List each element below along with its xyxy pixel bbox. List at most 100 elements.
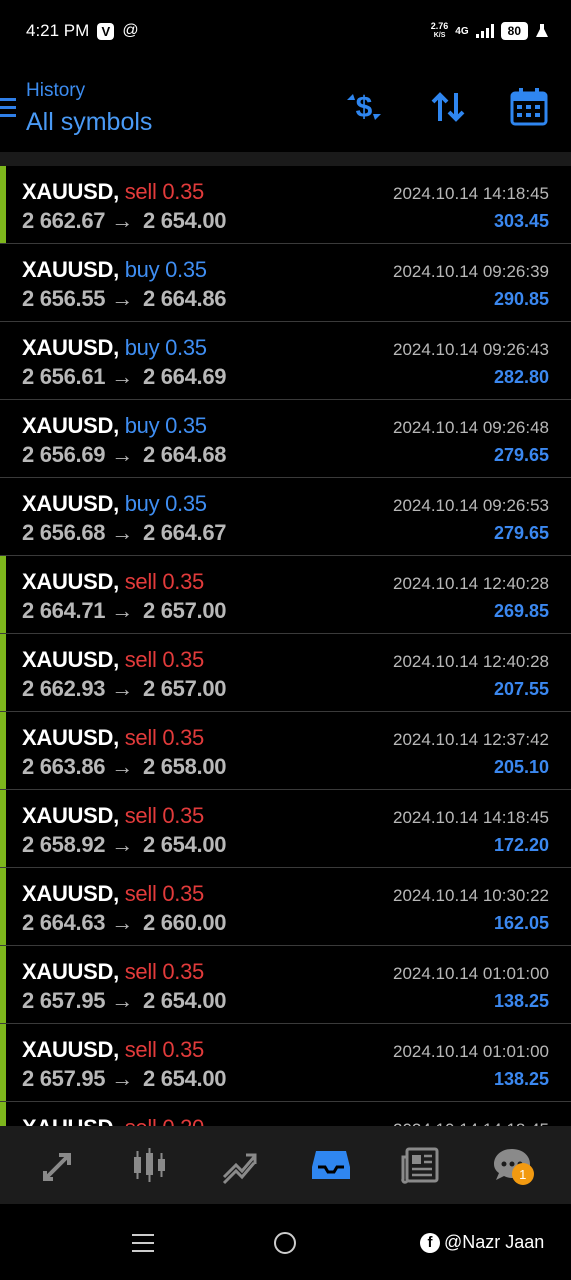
trade-side: sell <box>124 179 157 204</box>
trade-row[interactable]: XAUUSD, buy 0.35 2 656.69 → 2 664.68 2024.10… <box>0 400 571 478</box>
home-button[interactable] <box>274 1232 296 1254</box>
nav-messages[interactable]: 1 <box>488 1141 536 1189</box>
nav-quotes[interactable] <box>35 1141 83 1189</box>
calendar-button[interactable] <box>508 86 550 128</box>
trade-open-price: 2 658.92 <box>22 832 106 857</box>
trade-open-price: 2 663.86 <box>22 754 106 779</box>
trade-row[interactable]: XAUUSD, sell 0.35 2 663.86 → 2 658.00 2024.1… <box>0 712 571 790</box>
trade-side-volume: sell 0.35 <box>125 569 205 594</box>
trade-symbol-line: XAUUSD, sell 0.35 <box>22 179 204 205</box>
trade-symbol: XAUUSD, <box>22 491 119 516</box>
trade-close-price: 2 660.00 <box>142 910 227 935</box>
price-arrow: → <box>111 208 133 233</box>
battery-icon: 80 <box>500 22 528 40</box>
trade-volume: 0.35 <box>162 647 204 672</box>
trade-row[interactable]: XAUUSD, sell 0.35 2 664.63 → 2 660.00 2024.1… <box>0 868 571 946</box>
net-speed-unit: K/S <box>433 32 446 39</box>
trade-close-price: 2 654.00 <box>142 1066 227 1091</box>
trade-open-price: 2 662.67 <box>22 208 106 233</box>
signal-icon <box>475 24 494 38</box>
trade-side: sell <box>124 1037 157 1062</box>
trade-profit: 303.45 <box>493 211 549 231</box>
header-subtitle: History <box>26 80 86 101</box>
trade-row[interactable]: XAUUSD, sell 0.35 2 657.95 → 2 654.00 2024.1… <box>0 1024 571 1102</box>
trade-row[interactable]: XAUUSD, sell 0.35 2 662.93 → 2 657.00 2024.1… <box>0 634 571 712</box>
trade-profit: 138.25 <box>493 1069 549 1089</box>
trade-volume: 0.35 <box>165 413 207 438</box>
currency-filter-button[interactable]: $ <box>343 86 385 128</box>
trade-prices: 2 663.86 → 2 658.00 <box>22 754 227 780</box>
trade-close-price: 2 664.69 <box>142 364 227 389</box>
trade-volume: 0.35 <box>165 257 207 282</box>
trade-time: 2024.10.14 14:18:45 <box>393 184 549 203</box>
trade-open-price: 2 662.93 <box>22 676 106 701</box>
nav-chart[interactable] <box>126 1141 174 1189</box>
trade-time: 2024.10.14 09:26:43 <box>393 340 549 359</box>
nav-trade[interactable] <box>216 1141 264 1189</box>
trade-symbol: XAUUSD, <box>22 647 119 672</box>
trade-row[interactable]: XAUUSD, buy 0.35 2 656.68 → 2 664.67 2024.10… <box>0 478 571 556</box>
trade-open-price: 2 664.71 <box>22 598 106 623</box>
facebook-icon: f <box>420 1232 440 1253</box>
trade-close-price: 2 664.86 <box>142 286 227 311</box>
trade-side: sell <box>124 803 157 828</box>
trade-open-price: 2 656.61 <box>22 364 106 389</box>
trade-side-volume: sell 0.35 <box>124 1037 205 1062</box>
trade-row[interactable]: XAUUSD, sell 0.35 2 657.95 → 2 654.00 2024.1… <box>0 946 571 1024</box>
price-arrow: → <box>111 442 133 467</box>
trade-symbol-line: XAUUSD, sell 0.35 <box>22 803 204 829</box>
trade-row[interactable]: XAUUSD, buy 0.35 2 656.61 → 2 664.69 2024.10… <box>0 322 571 400</box>
svg-text:$: $ <box>356 91 373 124</box>
price-arrow: → <box>111 676 133 701</box>
trade-history-list[interactable]: XAUUSD, sell 0.35 2 662.67 → 2 654.00 2024.1… <box>0 166 571 1126</box>
trade-side-volume: sell 0.35 <box>124 179 205 204</box>
sort-button[interactable] <box>427 86 469 128</box>
trade-row[interactable]: XAUUSD, buy 0.35 2 656.55 → 2 664.86 2024.10… <box>0 244 571 322</box>
price-arrow: → <box>111 754 133 779</box>
status-left: 4:21 PM V @ <box>26 21 139 41</box>
trade-row[interactable]: XAUUSD, sell 0.35 2 664.71 → 2 657.00 2024.1… <box>0 556 571 634</box>
trade-profit: 207.55 <box>493 679 549 699</box>
trade-open-price: 2 657.95 <box>22 988 106 1013</box>
trade-side: sell <box>124 881 157 906</box>
header-title[interactable]: All symbols <box>26 108 152 137</box>
trade-prices: 2 662.67 → 2 654.00 <box>22 208 227 234</box>
menu-icon[interactable] <box>0 98 16 122</box>
nav-history[interactable] <box>307 1141 355 1189</box>
trade-profit: 282.80 <box>493 367 549 387</box>
trade-time: 2024.10.14 12:37:42 <box>393 730 549 749</box>
trade-row[interactable]: XAUUSD, sell 0.202024.10.14 14:18:45 <box>0 1102 571 1126</box>
trade-close-price: 2 657.00 <box>142 598 227 623</box>
nav-news[interactable] <box>397 1141 445 1189</box>
trade-prices: 2 656.68 → 2 664.67 <box>22 520 227 546</box>
trade-symbol: XAUUSD, <box>22 959 119 984</box>
trade-close-price: 2 658.00 <box>142 754 227 779</box>
network-type: 4G <box>455 25 469 37</box>
trade-symbol-line: XAUUSD, sell 0.35 <box>22 881 204 907</box>
price-arrow: → <box>111 832 133 857</box>
trade-time: 2024.10.14 01:01:00 <box>393 964 549 983</box>
trade-row[interactable]: XAUUSD, sell 0.35 2 658.92 → 2 654.00 2024.1… <box>0 790 571 868</box>
trade-open-price: 2 656.68 <box>22 520 106 545</box>
trade-close-price: 2 664.68 <box>142 442 227 467</box>
price-arrow: → <box>111 520 133 545</box>
trade-time: 2024.10.14 12:40:28 <box>393 652 549 671</box>
trade-row[interactable]: XAUUSD, sell 0.35 2 662.67 → 2 654.00 2024.1… <box>0 166 571 244</box>
trade-symbol-line: XAUUSD, sell 0.20 <box>22 1115 204 1126</box>
price-arrow: → <box>111 364 133 389</box>
header: History All symbols $ <box>0 62 571 152</box>
trade-symbol: XAUUSD, <box>22 1115 119 1126</box>
trade-side: buy <box>124 257 160 282</box>
net-speed: 2.76 K/S <box>431 22 449 40</box>
trade-prices: 2 657.95 → 2 654.00 <box>22 1066 227 1092</box>
quotes-icon <box>43 1153 72 1181</box>
trade-profit: 138.25 <box>493 991 549 1011</box>
trade-prices: 2 664.63 → 2 660.00 <box>22 910 227 936</box>
net-speed-value: 2.76 <box>430 21 449 31</box>
trade-close-price: 2 664.67 <box>142 520 227 545</box>
trade-symbol: XAUUSD, <box>22 881 119 906</box>
trade-symbol-line: XAUUSD, sell 0.35 <box>22 959 204 985</box>
trade-volume: 0.35 <box>162 725 204 750</box>
recent-apps-button[interactable] <box>132 1234 154 1258</box>
price-arrow: → <box>111 286 133 311</box>
